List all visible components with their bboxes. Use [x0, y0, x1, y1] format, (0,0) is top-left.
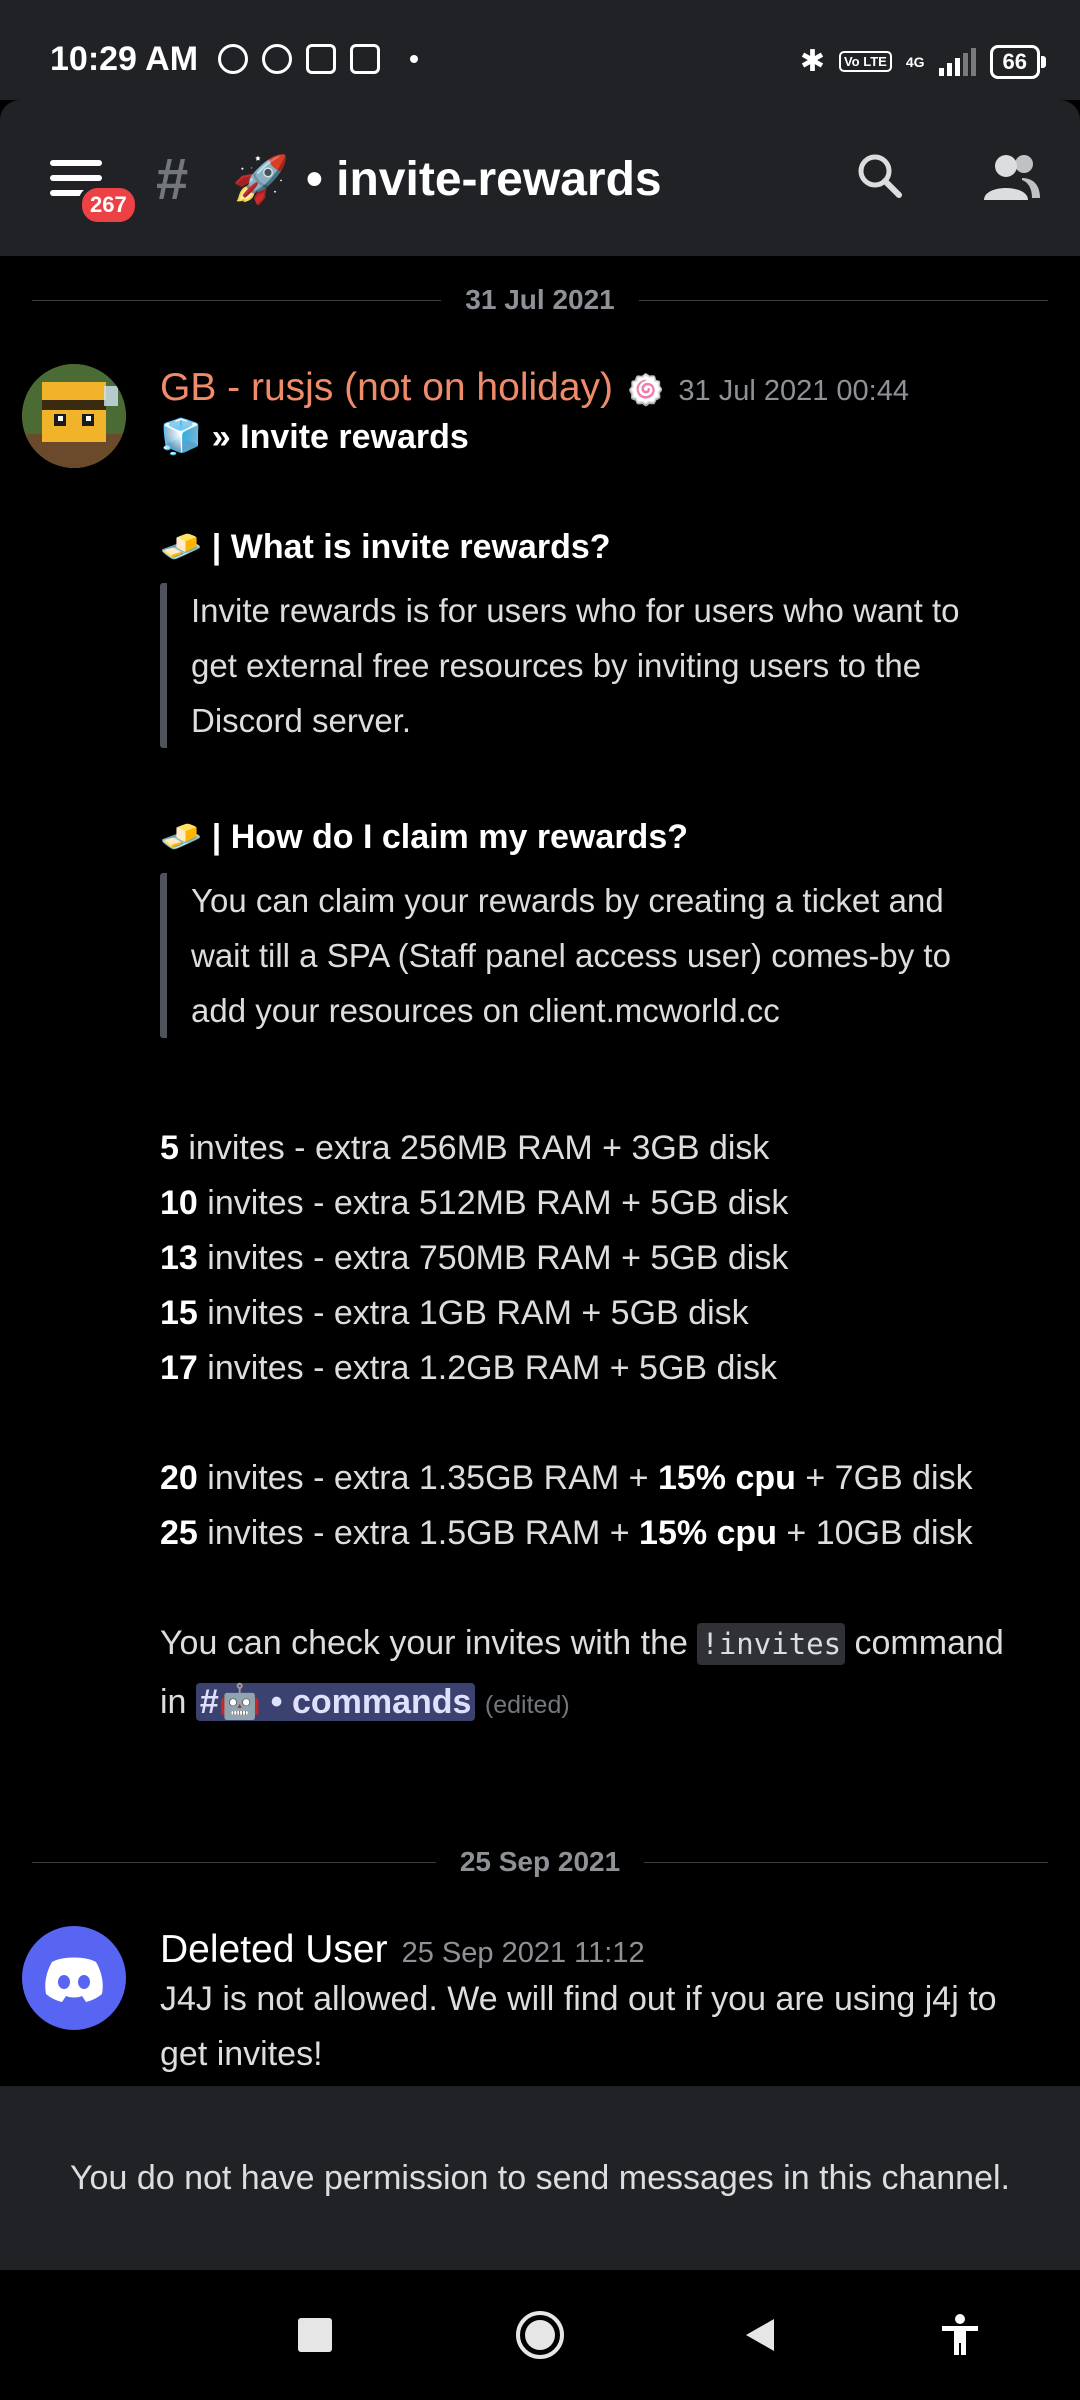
block-quote: Invite rewards is for users who for user…	[160, 583, 1050, 748]
tier-line: 15 invites - extra 1GB RAM + 5GB disk	[160, 1294, 749, 1332]
tier-line: 13 invites - extra 750MB RAM + 5GB disk	[160, 1239, 789, 1277]
channel-header: 267 # 🚀 • invite-rewards	[0, 100, 1080, 256]
more-notifications-dot	[410, 55, 418, 63]
battery-icon: 66	[989, 44, 1047, 79]
recents-button[interactable]	[280, 2300, 350, 2370]
system-nav-bar	[0, 2270, 1080, 2400]
accessibility-button[interactable]	[925, 2300, 995, 2370]
battery-level: 66	[1002, 48, 1027, 74]
tier-line: 17 invites - extra 1.2GB RAM + 5GB disk	[160, 1349, 777, 1387]
message-header: Deleted User 25 Sep 2021 11:12	[160, 1928, 1050, 1972]
mention-line: in #🤖 • commands (edited)	[160, 1683, 570, 1721]
tier-line: 20 invites - extra 1.35GB RAM + 15% cpu …	[160, 1459, 973, 1497]
volte-icon: Vo LTE	[838, 51, 892, 72]
back-triangle-icon	[746, 2319, 774, 2351]
date-divider: 31 Jul 2021	[32, 280, 1049, 320]
question-heading: 🧈 | How do I claim my rewards?	[160, 818, 688, 856]
block-quote: You can claim your rewards by creating a…	[160, 873, 1050, 1038]
message-list[interactable]: 31 Jul 2021 GB - rusjs (not on holiday) …	[0, 256, 1080, 2086]
channel-hash-icon: #	[156, 147, 189, 212]
status-bar: 10:29 AM ✱ Vo LTE 4G 66	[0, 0, 1080, 100]
bus-icon	[306, 44, 336, 74]
notification-icons	[218, 44, 418, 74]
square-icon	[298, 2318, 332, 2352]
discord-logo-icon	[45, 1957, 103, 2002]
message-timestamp: 25 Sep 2021 11:12	[401, 1937, 645, 1969]
whatsapp-icon	[262, 44, 292, 74]
network-type: 4G	[905, 53, 925, 70]
question-heading: 🧈 | What is invite rewards?	[160, 528, 611, 566]
tier-line: 10 invites - extra 512MB RAM + 5GB disk	[160, 1184, 789, 1222]
home-button[interactable]	[505, 2300, 575, 2370]
role-icon: 🍥	[627, 374, 665, 407]
channel-mention-link[interactable]: #🤖 • commands	[195, 1683, 476, 1721]
calendar-icon	[350, 44, 380, 74]
edited-label: (edited)	[484, 1691, 570, 1719]
channel-emoji: 🚀	[232, 153, 290, 205]
butter-icon: 🧈	[160, 818, 203, 856]
message-header: GB - rusjs (not on holiday) 🍥 31 Jul 202…	[160, 366, 1050, 410]
date-divider-label: 25 Sep 2021	[459, 1846, 621, 1877]
signal-icon	[938, 47, 976, 76]
accessibility-icon	[942, 2314, 978, 2355]
home-circle-icon	[516, 2311, 564, 2359]
system-icons: ✱ Vo LTE 4G 66	[799, 44, 1047, 79]
channel-title[interactable]: • invite-rewards	[306, 152, 662, 207]
check-invites-line: You can check your invites with the !inv…	[160, 1616, 1050, 1672]
tier-line: 5 invites - extra 256MB RAM + 3GB disk	[160, 1129, 770, 1167]
message[interactable]: GB - rusjs (not on holiday) 🍥 31 Jul 202…	[160, 366, 1050, 1735]
date-divider-label: 31 Jul 2021	[465, 284, 615, 315]
unread-badge: 267	[78, 184, 139, 226]
author-name[interactable]: GB - rusjs (not on holiday)	[160, 366, 613, 410]
author-name[interactable]: Deleted User	[160, 1928, 388, 1972]
inline-code: !invites	[697, 1623, 846, 1665]
no-permission-notice: You do not have permission to send messa…	[0, 2086, 1080, 2270]
status-time: 10:29 AM	[50, 40, 199, 78]
avatar[interactable]	[22, 364, 126, 468]
message-title: 🧊 » Invite rewards	[160, 418, 469, 456]
message-timestamp: 31 Jul 2021 00:44	[678, 375, 909, 407]
search-icon[interactable]	[856, 152, 902, 198]
date-divider: 25 Sep 2021	[32, 1842, 1048, 1882]
cube-icon: 🧊	[160, 418, 203, 456]
avatar[interactable]	[22, 1926, 126, 2030]
bluetooth-icon: ✱	[799, 45, 825, 78]
butter-icon: 🧈	[160, 528, 203, 566]
back-button[interactable]	[725, 2300, 795, 2370]
tier-line: 25 invites - extra 1.5GB RAM + 15% cpu +…	[160, 1514, 973, 1552]
message[interactable]: Deleted User 25 Sep 2021 11:12 J4J is no…	[160, 1928, 1050, 2082]
members-icon[interactable]	[982, 152, 1042, 202]
bee-avatar-icon	[22, 364, 126, 468]
alarm-off-icon	[218, 44, 248, 74]
